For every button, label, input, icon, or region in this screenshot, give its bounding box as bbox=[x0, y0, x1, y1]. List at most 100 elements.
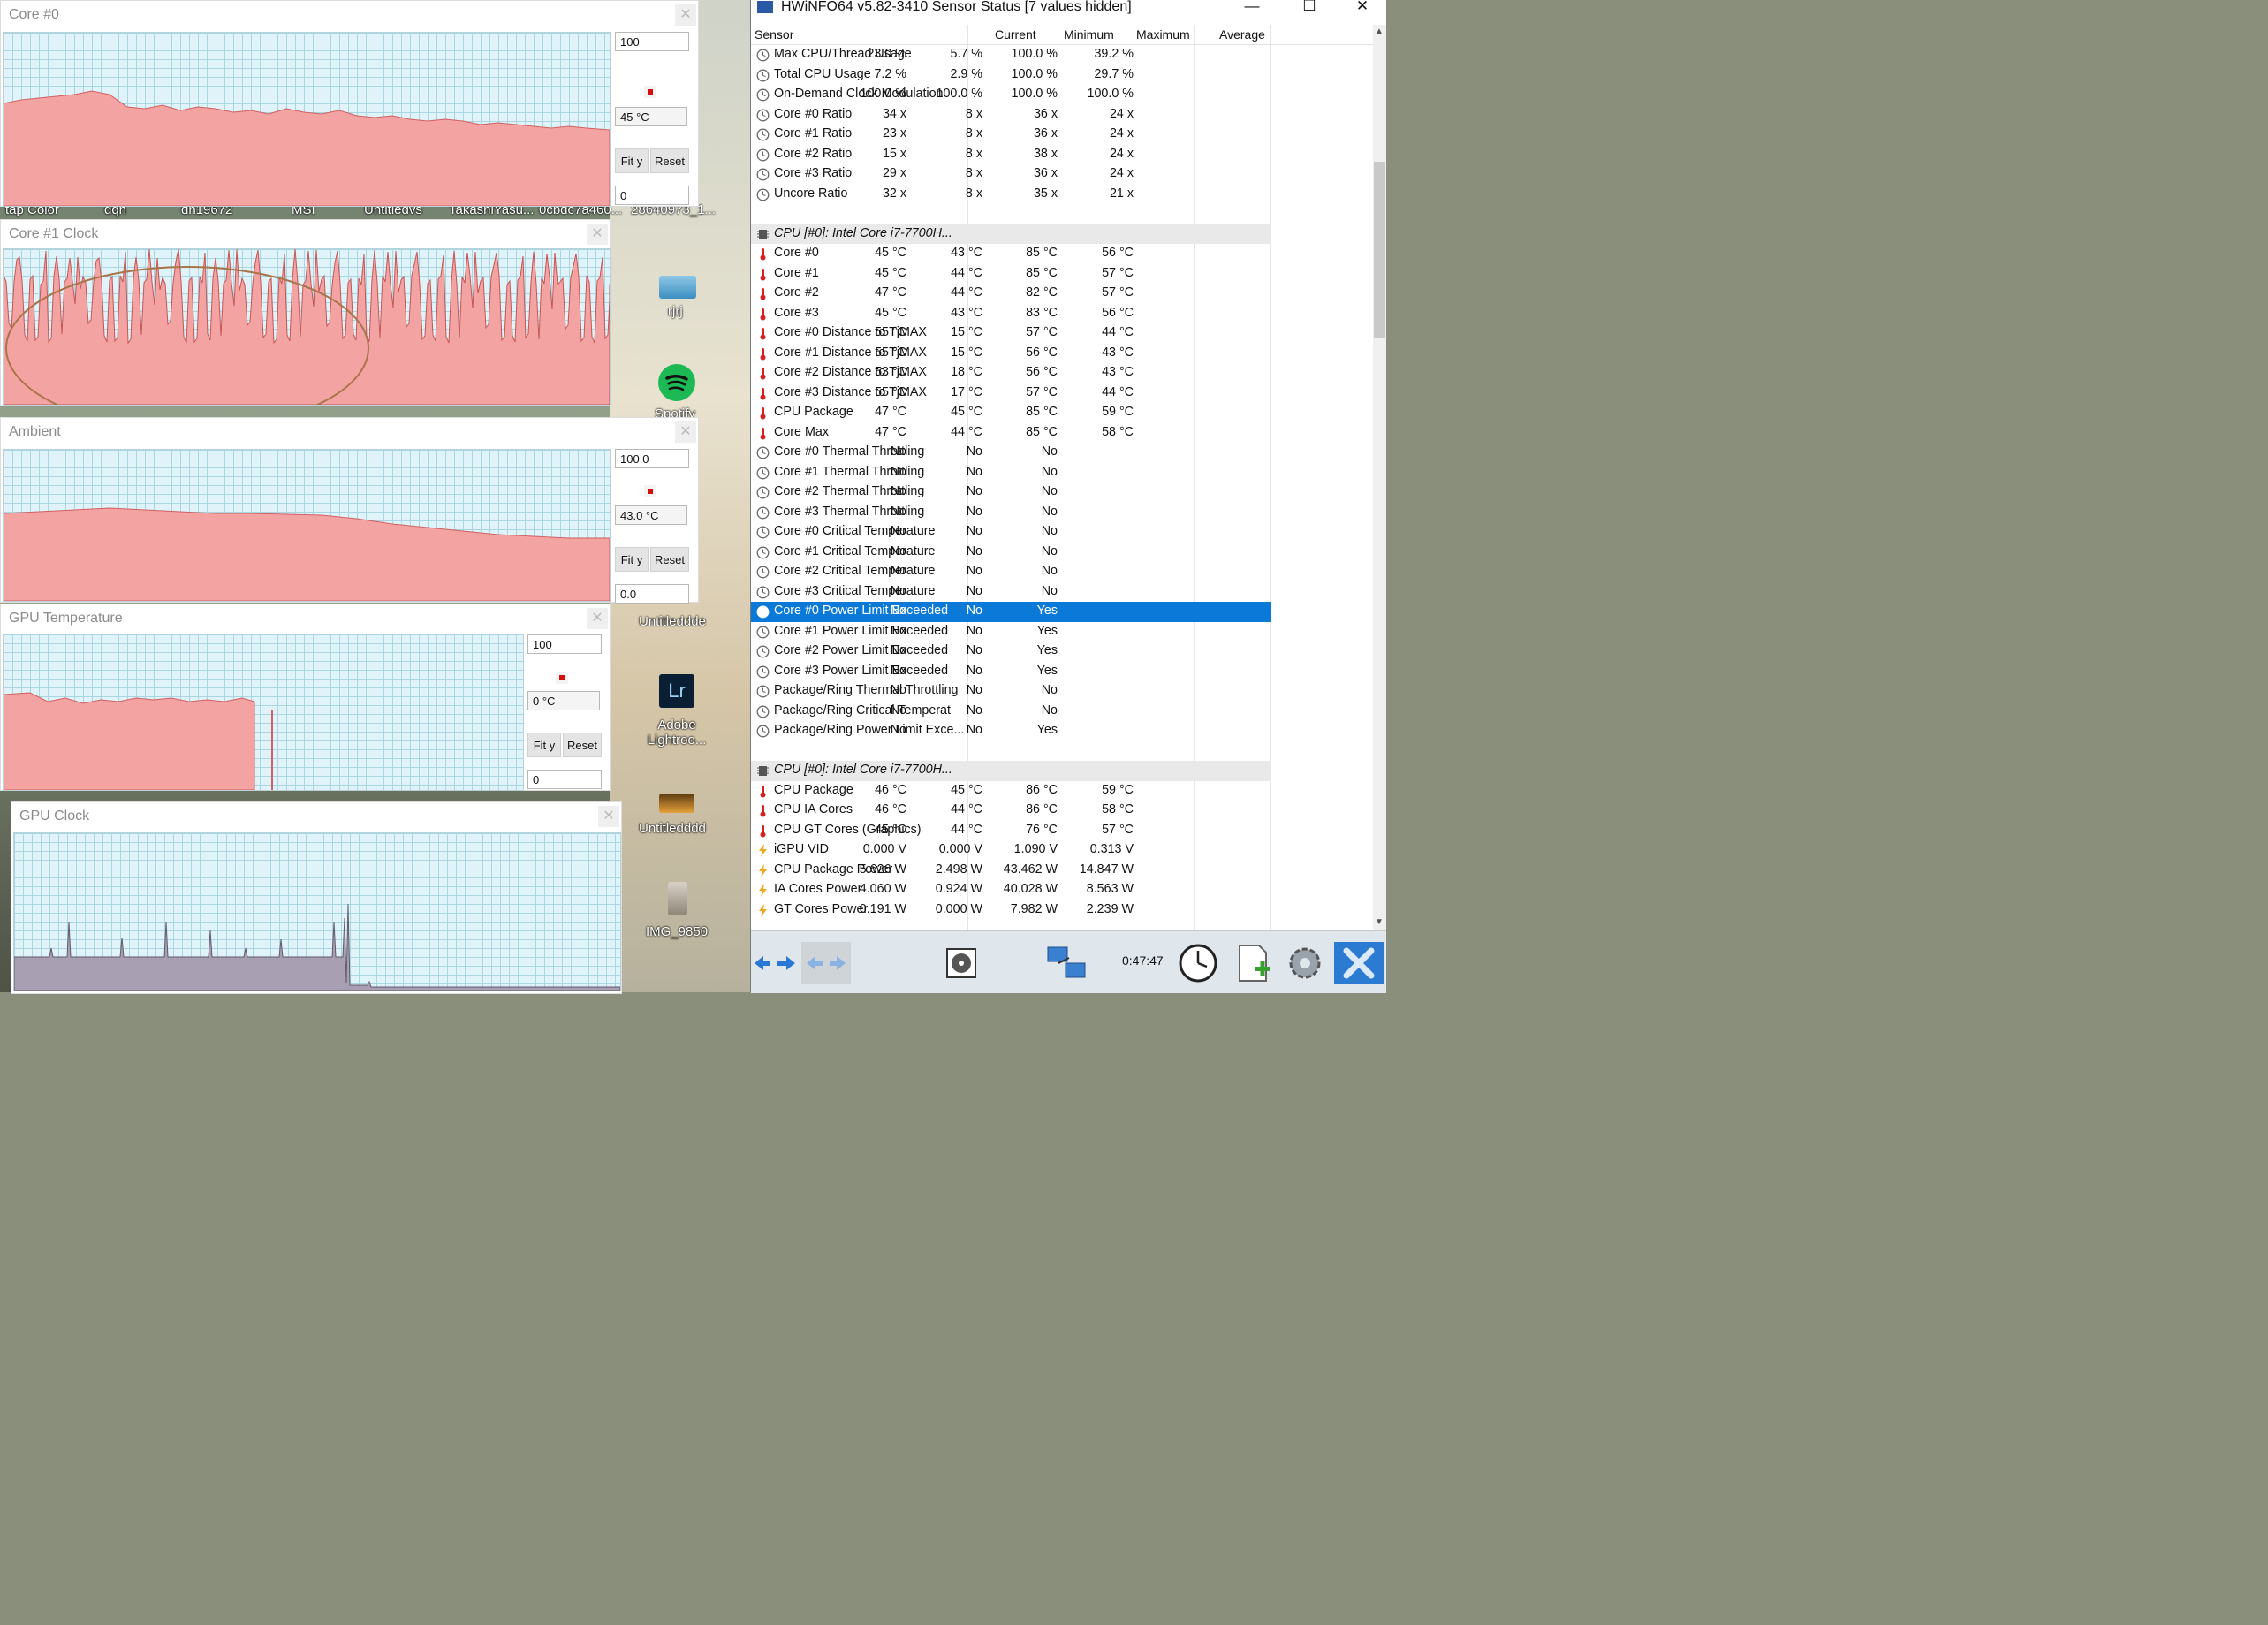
column-header-current[interactable]: Current bbox=[995, 27, 1036, 42]
table-row[interactable]: Core #3 Ratio 29 x 8 x 36 x 24 x bbox=[751, 164, 1271, 185]
desktop-icon-label[interactable]: rjrj bbox=[668, 304, 683, 319]
video-file-icon[interactable] bbox=[659, 794, 694, 813]
close-icon[interactable]: ✕ bbox=[587, 608, 608, 629]
table-row[interactable]: Package/Ring Power Limit Exce... No No Yes bbox=[751, 721, 1271, 741]
graph-min-field[interactable]: 0 bbox=[615, 186, 689, 205]
column-header-sensor[interactable]: Sensor bbox=[755, 27, 793, 42]
table-row[interactable]: GT Cores Power 0.191 W 0.000 W 7.982 W 2.239… bbox=[751, 900, 1271, 921]
graph-window-gpu-temperature[interactable]: GPU Temperature ✕ 100 0 °C Fit y Reset 0 bbox=[0, 604, 611, 791]
scroll-up-icon[interactable]: ▲ bbox=[1375, 27, 1384, 36]
spotify-icon[interactable] bbox=[658, 364, 695, 401]
table-row[interactable]: Total CPU Usage 7.2 % 2.9 % 100.0 % 29.7 % bbox=[751, 65, 1271, 86]
desktop-icon-label[interactable]: Untitleddde bbox=[639, 614, 706, 629]
settings-gear-icon[interactable] bbox=[1282, 942, 1328, 984]
table-row[interactable]: Core #3 Critical Temperature No No No bbox=[751, 582, 1271, 603]
table-row[interactable]: Uncore Ratio 32 x 8 x 35 x 21 x bbox=[751, 185, 1271, 205]
collapse-arrows-icon[interactable] bbox=[801, 942, 851, 984]
desktop-icon-label[interactable]: IMG_9850 bbox=[646, 924, 708, 939]
column-header-maximum[interactable]: Maximum bbox=[1136, 27, 1190, 42]
graph-max-field[interactable]: 100 bbox=[527, 634, 602, 654]
table-row[interactable]: iGPU VID 0.000 V 0.000 V 1.090 V 0.313 V bbox=[751, 840, 1271, 861]
desktop-icon-label[interactable]: Adobe Lightroo... bbox=[645, 718, 709, 748]
table-row[interactable]: Core #1 45 °C 44 °C 85 °C 57 °C bbox=[751, 264, 1271, 285]
reset-button[interactable]: Reset bbox=[650, 148, 689, 173]
graph-min-field[interactable]: 0 bbox=[527, 770, 602, 789]
table-header[interactable]: Sensor Current Minimum Maximum Average bbox=[751, 25, 1373, 45]
hwinfo-sensor-window[interactable]: HWiNFO64 v5.82-3410 Sensor Status [7 val… bbox=[750, 0, 1386, 993]
table-row[interactable]: Core Max 47 °C 44 °C 85 °C 58 °C bbox=[751, 423, 1271, 444]
table-row[interactable]: Package/Ring Thermal Throttling No No No bbox=[751, 681, 1271, 702]
table-row[interactable]: Core #2 47 °C 44 °C 82 °C 57 °C bbox=[751, 284, 1271, 304]
lightroom-icon[interactable]: Lr bbox=[659, 674, 694, 708]
table-row[interactable]: Core #2 Distance to TjMAX 53 °C 18 °C 56 °C… bbox=[751, 363, 1271, 383]
table-row[interactable]: Core #0 45 °C 43 °C 85 °C 56 °C bbox=[751, 244, 1271, 264]
fit-y-button[interactable]: Fit y bbox=[615, 547, 649, 572]
table-row[interactable]: IA Cores Power 4.060 W 0.924 W 40.028 W 8.56… bbox=[751, 880, 1271, 900]
close-icon[interactable]: ✕ bbox=[675, 4, 696, 26]
fit-y-button[interactable]: Fit y bbox=[615, 148, 649, 173]
table-row[interactable]: Core #2 Critical Temperature No No No bbox=[751, 562, 1271, 582]
report-add-icon[interactable] bbox=[1233, 942, 1275, 984]
maximize-icon[interactable]: ☐ bbox=[1285, 0, 1334, 14]
desktop-icon-label[interactable]: Untitledddd bbox=[639, 821, 706, 836]
minimize-icon[interactable]: — bbox=[1227, 0, 1277, 14]
scrollbar-thumb[interactable] bbox=[1374, 162, 1385, 338]
table-row[interactable]: Core #3 45 °C 43 °C 83 °C 56 °C bbox=[751, 304, 1271, 324]
table-row[interactable]: Max CPU/Thread Usage 23.0 % 5.7 % 100.0 % 39… bbox=[751, 45, 1271, 65]
column-header-average[interactable]: Average bbox=[1219, 27, 1265, 42]
graph-window-core1-clock[interactable]: Core #1 Clock ✕ bbox=[0, 219, 611, 406]
sensor-group-header[interactable]: CPU [#0]: Intel Core i7-7700H... bbox=[751, 224, 1271, 244]
reset-button[interactable]: Reset bbox=[650, 547, 689, 572]
column-header-minimum[interactable]: Minimum bbox=[1064, 27, 1114, 42]
table-row[interactable]: Core #0 Power Limit Exceeded No No Yes bbox=[751, 602, 1271, 622]
table-row[interactable]: Core #0 Ratio 34 x 8 x 36 x 24 x bbox=[751, 105, 1271, 125]
graph-min-field[interactable]: 0.0 bbox=[615, 584, 689, 604]
clock-icon[interactable] bbox=[1175, 942, 1221, 984]
table-row[interactable]: CPU Package 46 °C 45 °C 86 °C 59 °C bbox=[751, 781, 1271, 801]
table-row[interactable]: Core #1 Power Limit Exceeded No No Yes bbox=[751, 622, 1271, 642]
table-row[interactable]: Core #3 Thermal Throttling No No No bbox=[751, 503, 1271, 523]
navigate-arrows-icon[interactable] bbox=[751, 942, 799, 984]
table-row[interactable]: Core #2 Ratio 15 x 8 x 38 x 24 x bbox=[751, 145, 1271, 165]
table-row[interactable]: Core #1 Ratio 23 x 8 x 36 x 24 x bbox=[751, 125, 1271, 145]
fan-icon[interactable] bbox=[945, 942, 977, 984]
table-row[interactable]: Core #2 Power Limit Exceeded No No Yes bbox=[751, 642, 1271, 662]
record-icon[interactable] bbox=[644, 86, 656, 98]
close-icon[interactable]: ✕ bbox=[598, 806, 619, 827]
reset-button[interactable]: Reset bbox=[563, 733, 602, 757]
close-icon[interactable]: ✕ bbox=[1338, 0, 1387, 14]
scroll-down-icon[interactable]: ▼ bbox=[1375, 917, 1384, 927]
close-icon[interactable]: ✕ bbox=[587, 224, 608, 245]
graph-window-ambient[interactable]: Ambient ✕ 100.0 43.0 °C Fit y Reset 0.0 bbox=[0, 417, 699, 604]
table-row[interactable]: Core #3 Power Limit Exceeded No No Yes bbox=[751, 662, 1271, 682]
graph-max-field[interactable]: 100.0 bbox=[615, 449, 689, 468]
table-row-spacer[interactable] bbox=[751, 741, 1271, 762]
table-row[interactable]: Package/Ring Critical Temperat No No No bbox=[751, 702, 1271, 722]
table-row[interactable]: Core #3 Distance to TjMAX 55 °C 17 °C 57 °C… bbox=[751, 383, 1271, 404]
record-icon[interactable] bbox=[556, 672, 568, 684]
image-file-icon[interactable] bbox=[659, 276, 696, 299]
table-row-spacer[interactable] bbox=[751, 204, 1271, 224]
fit-y-button[interactable]: Fit y bbox=[527, 733, 561, 757]
photo-file-icon[interactable] bbox=[668, 882, 687, 915]
table-row[interactable]: Core #0 Critical Temperature No No No bbox=[751, 522, 1271, 543]
close-sensor-window-icon[interactable] bbox=[1334, 942, 1384, 984]
table-row[interactable]: CPU GT Cores (Graphics) 45 °C 44 °C 76 °C 57… bbox=[751, 821, 1271, 841]
network-monitor-icon[interactable] bbox=[1043, 942, 1092, 984]
graph-max-field[interactable]: 100 bbox=[615, 32, 689, 51]
table-row[interactable]: CPU Package 47 °C 45 °C 85 °C 59 °C bbox=[751, 403, 1271, 423]
graph-window-gpu-clock[interactable]: GPU Clock ✕ bbox=[11, 801, 622, 994]
close-icon[interactable]: ✕ bbox=[675, 421, 696, 443]
scrollbar[interactable] bbox=[1373, 25, 1386, 930]
graph-window-core0[interactable]: Core #0 ✕ 100 45 °C Fit y Reset 0 bbox=[0, 0, 699, 207]
table-row[interactable]: Core #2 Thermal Throttling No No No bbox=[751, 482, 1271, 503]
table-row[interactable]: CPU IA Cores 46 °C 44 °C 86 °C 58 °C bbox=[751, 801, 1271, 821]
table-row[interactable]: CPU Package Power 5.626 W 2.498 W 43.462 W1… bbox=[751, 861, 1271, 881]
title-bar[interactable]: HWiNFO64 v5.82-3410 Sensor Status [7 val… bbox=[751, 0, 1386, 25]
table-row[interactable]: Core #0 Distance to TjMAX 55 °C 15 °C 57 °C… bbox=[751, 323, 1271, 344]
sensor-group-header[interactable]: CPU [#0]: Intel Core i7-7700H... bbox=[751, 761, 1271, 781]
table-row[interactable]: Core #1 Thermal Throttling No No No bbox=[751, 463, 1271, 483]
table-row[interactable]: Core #1 Critical Temperature No No No bbox=[751, 543, 1271, 563]
table-row[interactable]: On-Demand Clock Modulation 100.0 % 100.0 %… bbox=[751, 85, 1271, 105]
table-row[interactable]: Core #1 Distance to TjMAX 55 °C 15 °C 56 °C… bbox=[751, 344, 1271, 364]
